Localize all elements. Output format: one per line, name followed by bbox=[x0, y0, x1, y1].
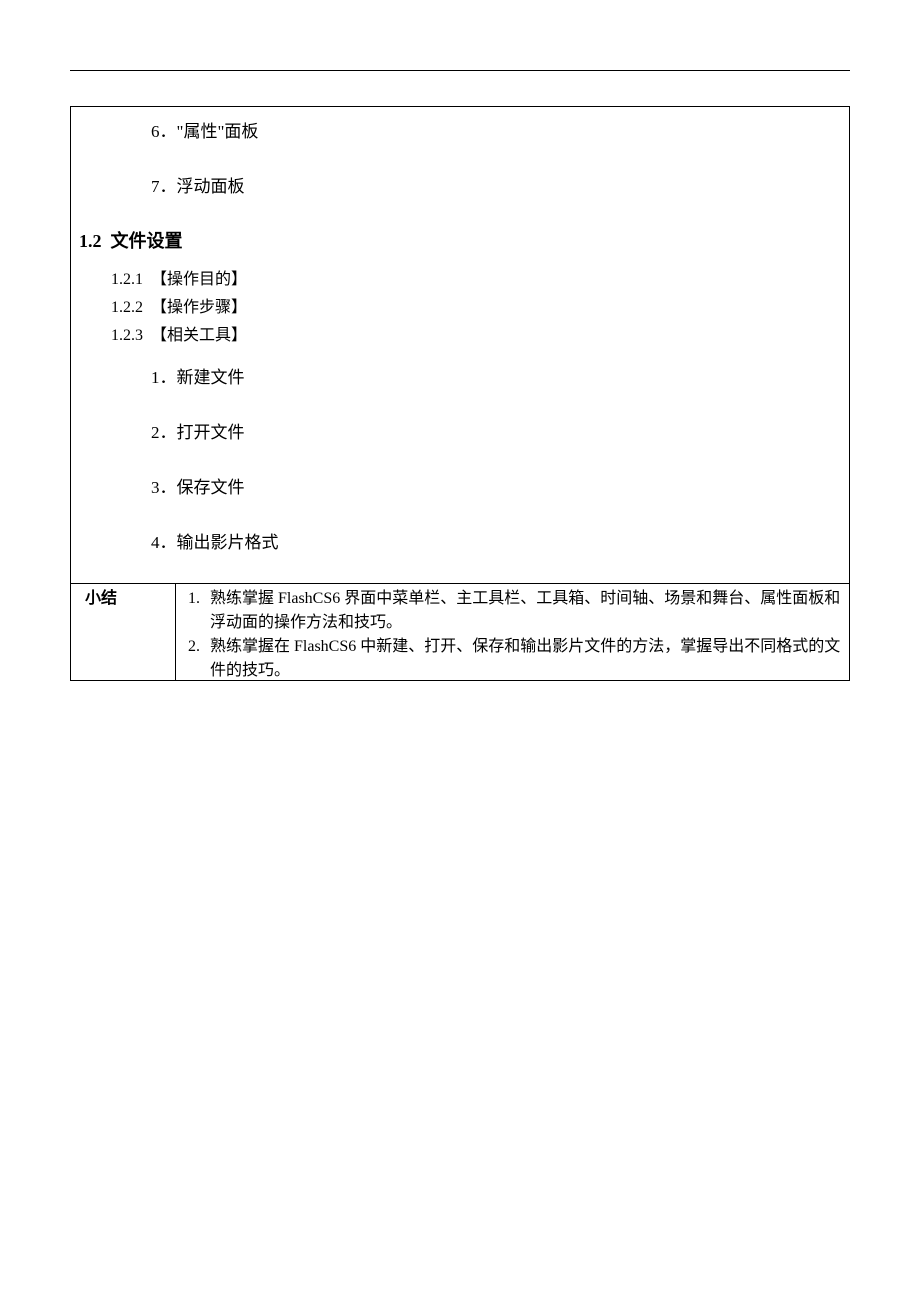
summary-item-2: 熟练掌握在 FlashCS6 中新建、打开、保存和输出影片文件的方法，掌握导出不… bbox=[204, 632, 849, 680]
sub-123: 1.2.3 【相关工具】 bbox=[111, 321, 849, 345]
sub-label: 【操作目的】 bbox=[151, 271, 247, 288]
summary-content-cell: 熟练掌握 FlashCS6 界面中菜单栏、主工具栏、工具箱、时间轴、场景和舞台、… bbox=[176, 584, 850, 681]
sub-num: 1.2.1 bbox=[111, 271, 143, 288]
summary-item-1: 熟练掌握 FlashCS6 界面中菜单栏、主工具栏、工具箱、时间轴、场景和舞台、… bbox=[204, 584, 849, 632]
step-2: 2．打开文件 bbox=[151, 418, 849, 443]
step-4: 4．输出影片格式 bbox=[151, 528, 849, 553]
sub-122: 1.2.2 【操作步骤】 bbox=[111, 293, 849, 317]
step-3: 3．保存文件 bbox=[151, 473, 849, 498]
sub-num: 1.2.2 bbox=[111, 299, 143, 316]
sub-num: 1.2.3 bbox=[111, 327, 143, 344]
summary-label-cell: 小结 bbox=[71, 584, 176, 681]
step-1: 1．新建文件 bbox=[151, 363, 849, 388]
summary-label: 小结 bbox=[85, 590, 117, 607]
top-divider bbox=[70, 70, 850, 71]
sub-label: 【操作步骤】 bbox=[151, 299, 247, 316]
content-table: 6．"属性"面板 7．浮动面板 1.2 文件设置 1.2.1 【操作目的】 1.… bbox=[70, 106, 850, 681]
sub-121: 1.2.1 【操作目的】 bbox=[111, 265, 849, 289]
section-heading: 1.2 文件设置 bbox=[79, 227, 849, 253]
section-number: 1.2 bbox=[79, 231, 102, 251]
summary-list: 熟练掌握 FlashCS6 界面中菜单栏、主工具栏、工具箱、时间轴、场景和舞台、… bbox=[176, 584, 849, 680]
document-page: 6．"属性"面板 7．浮动面板 1.2 文件设置 1.2.1 【操作目的】 1.… bbox=[0, 0, 920, 681]
top-item-6: 6．"属性"面板 bbox=[151, 117, 849, 142]
main-content-cell: 6．"属性"面板 7．浮动面板 1.2 文件设置 1.2.1 【操作目的】 1.… bbox=[71, 107, 850, 584]
top-item-7: 7．浮动面板 bbox=[151, 172, 849, 197]
section-title: 文件设置 bbox=[111, 231, 183, 251]
sub-label: 【相关工具】 bbox=[151, 327, 247, 344]
